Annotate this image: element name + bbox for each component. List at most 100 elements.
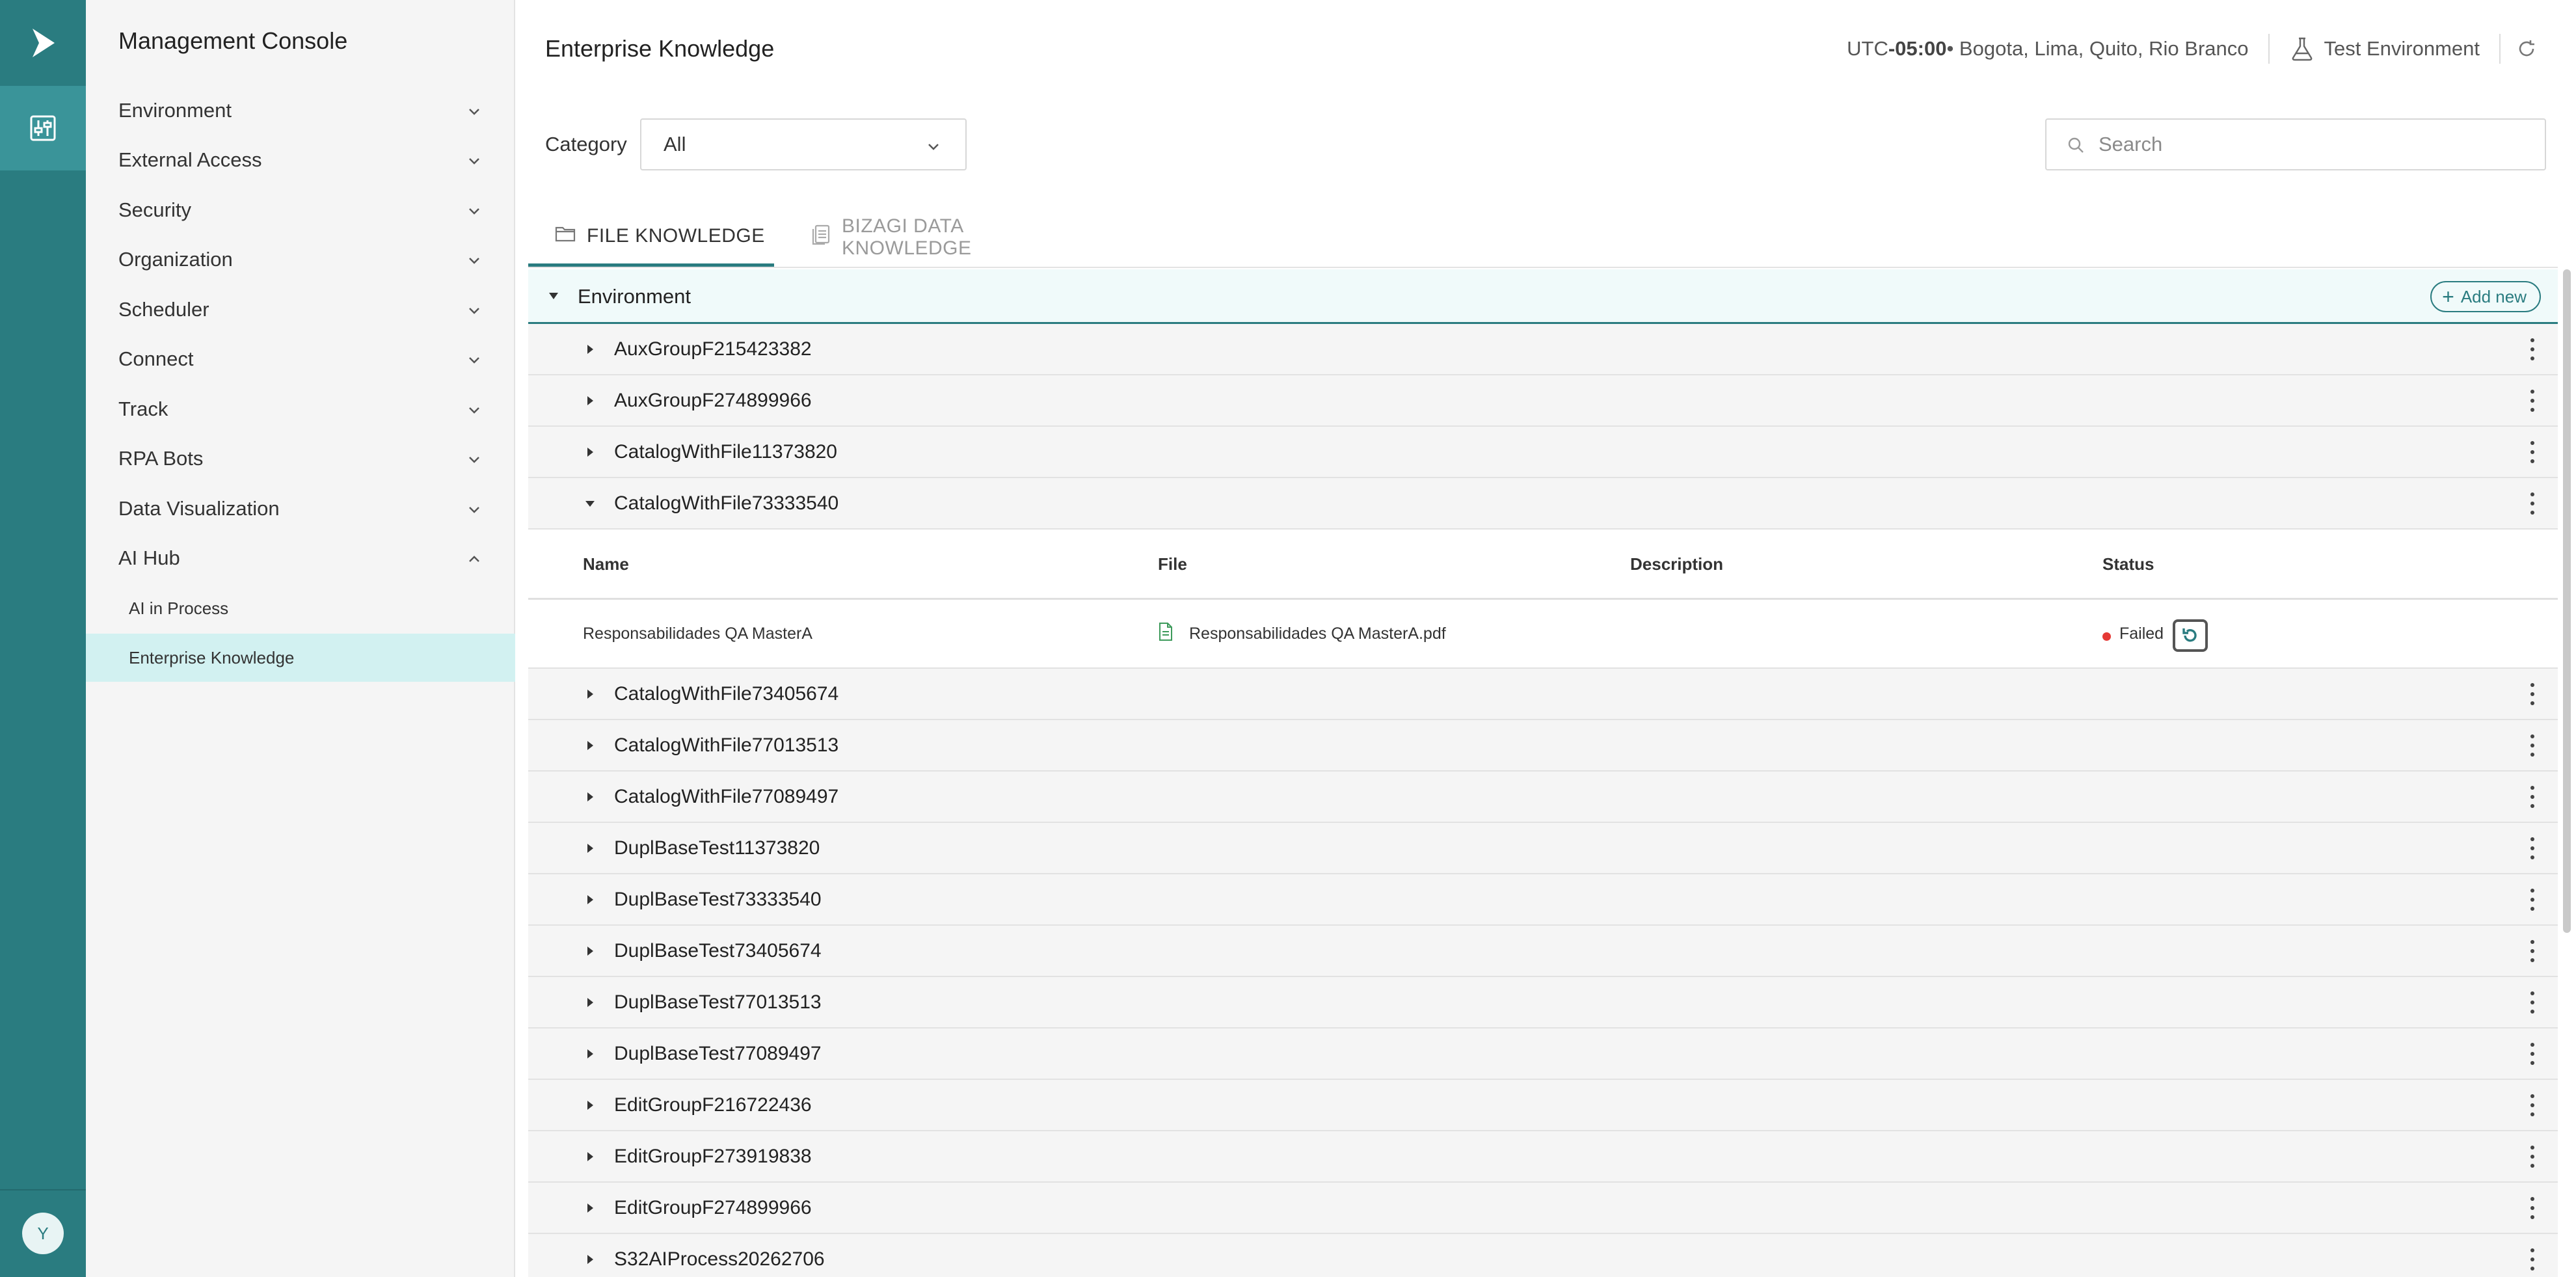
sidebar-subitem-label: Enterprise Knowledge xyxy=(129,647,295,667)
sidebar-item-scheduler[interactable]: Scheduler xyxy=(86,285,515,334)
more-options-icon[interactable] xyxy=(2529,338,2536,360)
group-row[interactable]: CatalogWithFile73333540 xyxy=(528,478,2558,530)
column-header-file[interactable]: File xyxy=(1158,554,1187,574)
more-options-icon[interactable] xyxy=(2529,1043,2536,1065)
environment-root-label: Environment xyxy=(578,285,691,308)
file-row-filename[interactable]: Responsabilidades QA MasterA.pdf xyxy=(1189,625,1446,643)
plus-icon: + xyxy=(2442,285,2454,308)
sidebar-item-label: RPA Bots xyxy=(118,447,204,470)
group-row[interactable]: S32AIProcess20262706 xyxy=(528,1234,2558,1277)
caret-right-icon[interactable] xyxy=(584,894,596,906)
caret-right-icon[interactable] xyxy=(584,1048,596,1060)
sidebar-item-security[interactable]: Security xyxy=(86,185,515,235)
group-row[interactable]: EditGroupF273919838 xyxy=(528,1131,2558,1183)
more-options-icon[interactable] xyxy=(2529,390,2536,412)
more-options-icon[interactable] xyxy=(2529,683,2536,705)
sidebar-item-organization[interactable]: Organization xyxy=(86,235,515,284)
column-header-name[interactable]: Name xyxy=(583,554,629,574)
search-placeholder: Search xyxy=(2099,133,2163,155)
caret-right-icon[interactable] xyxy=(584,395,596,407)
retry-button[interactable] xyxy=(2173,619,2208,652)
vertical-scrollbar[interactable] xyxy=(2563,269,2571,933)
more-options-icon[interactable] xyxy=(2529,991,2536,1014)
user-avatar[interactable]: Y xyxy=(22,1213,64,1254)
caret-right-icon[interactable] xyxy=(584,945,596,957)
group-row[interactable]: CatalogWithFile77013513 xyxy=(528,720,2558,772)
group-row[interactable]: DuplBaseTest11373820 xyxy=(528,823,2558,874)
sidebar-subitem-enterprise-knowledge[interactable]: Enterprise Knowledge xyxy=(86,634,515,682)
environment-name[interactable]: Test Environment xyxy=(2324,37,2480,60)
caret-right-icon[interactable] xyxy=(584,791,596,803)
sidebar-item-label: Scheduler xyxy=(118,298,209,321)
group-row[interactable]: DuplBaseTest77013513 xyxy=(528,977,2558,1028)
sidebar-item-track[interactable]: Track xyxy=(86,384,515,434)
category-select[interactable]: All xyxy=(640,118,967,170)
tab-file-knowledge[interactable]: FILE KNOWLEDGE xyxy=(528,208,774,267)
more-options-icon[interactable] xyxy=(2529,1094,2536,1116)
refresh-icon[interactable] xyxy=(2516,38,2537,59)
group-row-label: EditGroupF216722436 xyxy=(614,1094,812,1116)
group-row[interactable]: DuplBaseTest73333540 xyxy=(528,874,2558,926)
group-row[interactable]: AuxGroupF274899966 xyxy=(528,375,2558,427)
chevron-down-icon xyxy=(469,457,479,463)
group-row[interactable]: DuplBaseTest73405674 xyxy=(528,926,2558,977)
more-options-icon[interactable] xyxy=(2529,1197,2536,1219)
group-row[interactable]: CatalogWithFile73405674 xyxy=(528,669,2558,720)
sidebar-item-label: Security xyxy=(118,198,191,221)
caret-down-icon[interactable] xyxy=(584,498,596,509)
more-options-icon[interactable] xyxy=(2529,940,2536,962)
table-row[interactable]: Responsabilidades QA MasterA Responsabil… xyxy=(528,600,2558,669)
column-header-description[interactable]: Description xyxy=(1630,554,1723,574)
sidebar-item-external-access[interactable]: External Access xyxy=(86,135,515,185)
timezone-cities: • Bogota, Lima, Quito, Rio Branco xyxy=(1946,37,2249,60)
sidebar-item-connect[interactable]: Connect xyxy=(86,334,515,384)
group-row[interactable]: CatalogWithFile77089497 xyxy=(528,772,2558,823)
more-options-icon[interactable] xyxy=(2529,441,2536,463)
more-options-icon[interactable] xyxy=(2529,889,2536,911)
more-options-icon[interactable] xyxy=(2529,492,2536,515)
topbar-right: UTC -05:00 • Bogota, Lima, Quito, Rio Br… xyxy=(1847,34,2537,64)
group-row[interactable]: AuxGroupF215423382 xyxy=(528,324,2558,375)
group-row[interactable]: CatalogWithFile11373820 xyxy=(528,427,2558,478)
management-console-icon[interactable] xyxy=(0,86,86,170)
status-failed-dot xyxy=(2102,632,2111,641)
caret-right-icon[interactable] xyxy=(584,688,596,700)
group-row-label: CatalogWithFile77089497 xyxy=(614,786,839,807)
caret-right-icon[interactable] xyxy=(584,997,596,1008)
more-options-icon[interactable] xyxy=(2529,786,2536,808)
caret-right-icon[interactable] xyxy=(584,1254,596,1265)
group-row[interactable]: EditGroupF216722436 xyxy=(528,1080,2558,1131)
bizagi-logo-icon[interactable] xyxy=(0,0,86,86)
column-header-status[interactable]: Status xyxy=(2102,554,2154,574)
group-row-label: CatalogWithFile77013513 xyxy=(614,734,839,756)
caret-right-icon[interactable] xyxy=(584,842,596,854)
caret-right-icon[interactable] xyxy=(584,1151,596,1163)
caret-right-icon[interactable] xyxy=(584,1099,596,1111)
group-row[interactable]: EditGroupF274899966 xyxy=(528,1183,2558,1234)
file-table-header: Name File Description Status xyxy=(528,530,2558,600)
sidebar-subitem-ai-in-process[interactable]: AI in Process xyxy=(86,584,515,632)
caret-right-icon[interactable] xyxy=(584,740,596,751)
more-options-icon[interactable] xyxy=(2529,1248,2536,1270)
sidebar-item-data-visualization[interactable]: Data Visualization xyxy=(86,484,515,533)
more-options-icon[interactable] xyxy=(2529,1146,2536,1168)
sidebar-item-environment[interactable]: Environment xyxy=(86,86,515,135)
group-row-label: CatalogWithFile73405674 xyxy=(614,683,839,705)
caret-down-icon[interactable] xyxy=(548,291,559,301)
add-new-button[interactable]: + Add new xyxy=(2430,281,2541,312)
more-options-icon[interactable] xyxy=(2529,734,2536,757)
sidebar-item-ai-hub[interactable]: AI Hub xyxy=(86,533,515,583)
environment-root-row[interactable]: Environment + Add new xyxy=(528,269,2558,324)
caret-right-icon[interactable] xyxy=(584,1202,596,1214)
search-input[interactable]: Search xyxy=(2045,118,2546,170)
sidebar-item-rpa-bots[interactable]: RPA Bots xyxy=(86,434,515,483)
caret-right-icon[interactable] xyxy=(584,446,596,458)
more-options-icon[interactable] xyxy=(2529,837,2536,859)
search-icon xyxy=(2066,135,2087,161)
rail-divider xyxy=(0,1189,86,1190)
caret-right-icon[interactable] xyxy=(584,343,596,355)
tab-bizagi-data-knowledge[interactable]: BIZAGI DATA KNOWLEDGE xyxy=(798,208,1084,267)
flask-icon xyxy=(2289,36,2315,62)
chevron-down-icon xyxy=(469,258,479,264)
group-row[interactable]: DuplBaseTest77089497 xyxy=(528,1028,2558,1080)
